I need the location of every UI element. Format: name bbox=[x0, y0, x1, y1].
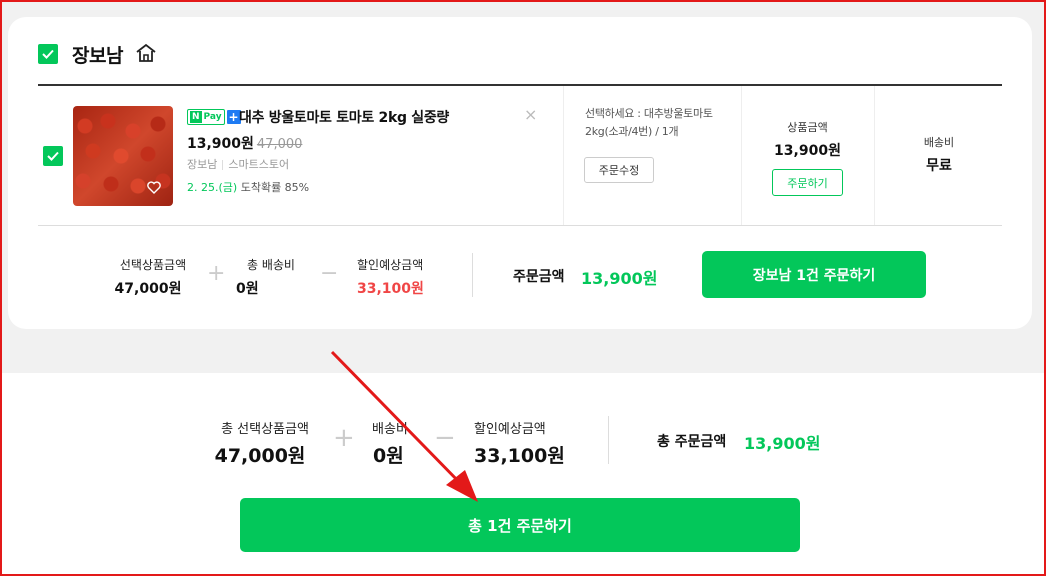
delivery-date: 2. 25.(금) bbox=[187, 181, 238, 194]
seller-type: 스마트스토어 bbox=[228, 158, 290, 171]
product-checkbox[interactable] bbox=[43, 146, 63, 166]
store-checkbox[interactable] bbox=[38, 44, 58, 64]
store-order-value: 13,900원 bbox=[581, 269, 658, 288]
item-price-value: 13,900원 bbox=[774, 143, 841, 159]
heart-icon[interactable] bbox=[147, 181, 161, 194]
edit-order-button[interactable]: 주문수정 bbox=[584, 157, 654, 183]
total-order-label: 총 주문금액 bbox=[657, 434, 727, 450]
store-selected-value: 47,000원 bbox=[114, 281, 182, 297]
remove-item-icon[interactable]: × bbox=[524, 105, 537, 124]
npay-badge: N Pay + bbox=[187, 109, 241, 125]
store-shipping-label: 총 배송비 bbox=[247, 258, 295, 272]
minus-icon: − bbox=[434, 423, 456, 453]
store-order-label: 주문금액 bbox=[513, 269, 565, 285]
product-price: 13,900원 47,000 bbox=[187, 133, 302, 153]
seller-name: 장보남 bbox=[187, 158, 218, 171]
total-selected-label: 총 선택상품금액 bbox=[221, 422, 309, 437]
total-summary-panel: 총 선택상품금액 47,000원 + 배송비 0원 − 할인예상금액 33,10… bbox=[0, 373, 1046, 576]
total-discount-label: 할인예상금액 bbox=[474, 422, 546, 437]
check-icon bbox=[47, 151, 59, 161]
store-discount-label: 할인예상금액 bbox=[357, 258, 424, 272]
total-order-button[interactable]: 총 1건 주문하기 bbox=[240, 498, 800, 552]
delivery-probability: 도착확률 85% bbox=[240, 181, 310, 194]
store-cart-card: 장보남 N Pay + 대추 방울토마토 토마토 2kg 실중량 × 13,90… bbox=[8, 17, 1032, 329]
item-order-button[interactable]: 주문하기 bbox=[772, 169, 843, 196]
delivery-info: 2. 25.(금) 도착확률 85% bbox=[187, 179, 309, 195]
total-order-value: 13,900원 bbox=[744, 434, 821, 453]
total-divider-v bbox=[608, 416, 609, 464]
store-order-button[interactable]: 장보남 1건 주문하기 bbox=[702, 251, 926, 298]
total-selected-value: 47,000원 bbox=[214, 445, 306, 467]
header-divider bbox=[38, 84, 1002, 86]
npay-box: N Pay bbox=[187, 109, 225, 125]
total-discount-value: 33,100원 bbox=[474, 445, 565, 467]
store-selected-label: 선택상품금액 bbox=[119, 258, 187, 272]
total-shipping-label: 배송비 bbox=[372, 422, 408, 437]
check-icon bbox=[42, 49, 54, 59]
sale-price: 13,900원 bbox=[187, 136, 254, 152]
product-name[interactable]: 대추 방울토마토 토마토 2kg 실중량 bbox=[239, 107, 449, 127]
shipping-value: 무료 bbox=[926, 158, 952, 174]
summary-divider-v bbox=[472, 253, 473, 297]
shipping-label: 배송비 bbox=[923, 136, 955, 149]
home-icon[interactable] bbox=[135, 43, 157, 67]
store-shipping-value: 0원 bbox=[236, 281, 259, 297]
store-name[interactable]: 장보남 bbox=[72, 41, 123, 68]
npay-label: Pay bbox=[203, 112, 222, 122]
minus-icon: − bbox=[320, 261, 339, 286]
item-price-label: 상품금액 bbox=[787, 121, 828, 134]
seller-info: 장보남 스마트스토어 bbox=[187, 156, 289, 172]
store-discount-value: 33,100원 bbox=[357, 281, 424, 297]
column-divider bbox=[563, 86, 564, 225]
original-price: 47,000 bbox=[256, 137, 303, 152]
plus-icon: + bbox=[333, 423, 355, 453]
option-text: 선택하세요 : 대추방울토마토 2kg(소과/4번) / 1개 bbox=[585, 107, 713, 138]
npay-n-logo: N bbox=[190, 111, 202, 123]
product-thumbnail[interactable] bbox=[73, 106, 173, 206]
plus-icon: + bbox=[207, 261, 226, 286]
total-shipping-value: 0원 bbox=[373, 445, 404, 467]
summary-divider bbox=[38, 225, 1002, 226]
